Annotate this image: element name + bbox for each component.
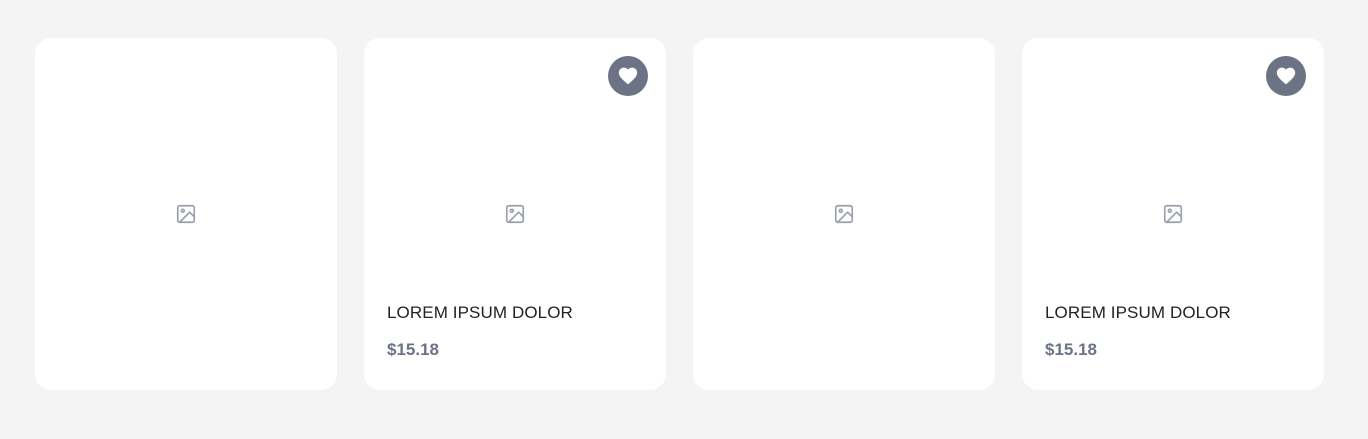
product-title[interactable]: LOREM IPSUM DOLOR <box>387 303 573 323</box>
product-card[interactable]: LOREM IPSUM DOLOR $15.18 <box>1022 38 1324 390</box>
product-grid: LOREM IPSUM DOLOR $15.18 LOREM IPSUM DOL… <box>35 38 1324 390</box>
heart-icon <box>1276 67 1296 85</box>
favorite-button[interactable] <box>608 56 648 96</box>
product-title[interactable]: LOREM IPSUM DOLOR <box>1045 303 1231 323</box>
product-card[interactable] <box>35 38 337 390</box>
heart-icon <box>618 67 638 85</box>
product-image <box>364 203 666 225</box>
product-card[interactable]: LOREM IPSUM DOLOR $15.18 <box>364 38 666 390</box>
product-image <box>35 203 337 225</box>
product-card[interactable] <box>693 38 995 390</box>
product-price: $15.18 <box>387 340 439 359</box>
product-image <box>693 203 995 225</box>
image-placeholder-icon <box>176 204 196 224</box>
image-placeholder-icon <box>1163 204 1183 224</box>
favorite-button[interactable] <box>1266 56 1306 96</box>
product-price: $15.18 <box>1045 340 1097 359</box>
image-placeholder-icon <box>834 204 854 224</box>
image-placeholder-icon <box>505 204 525 224</box>
product-image <box>1022 203 1324 225</box>
